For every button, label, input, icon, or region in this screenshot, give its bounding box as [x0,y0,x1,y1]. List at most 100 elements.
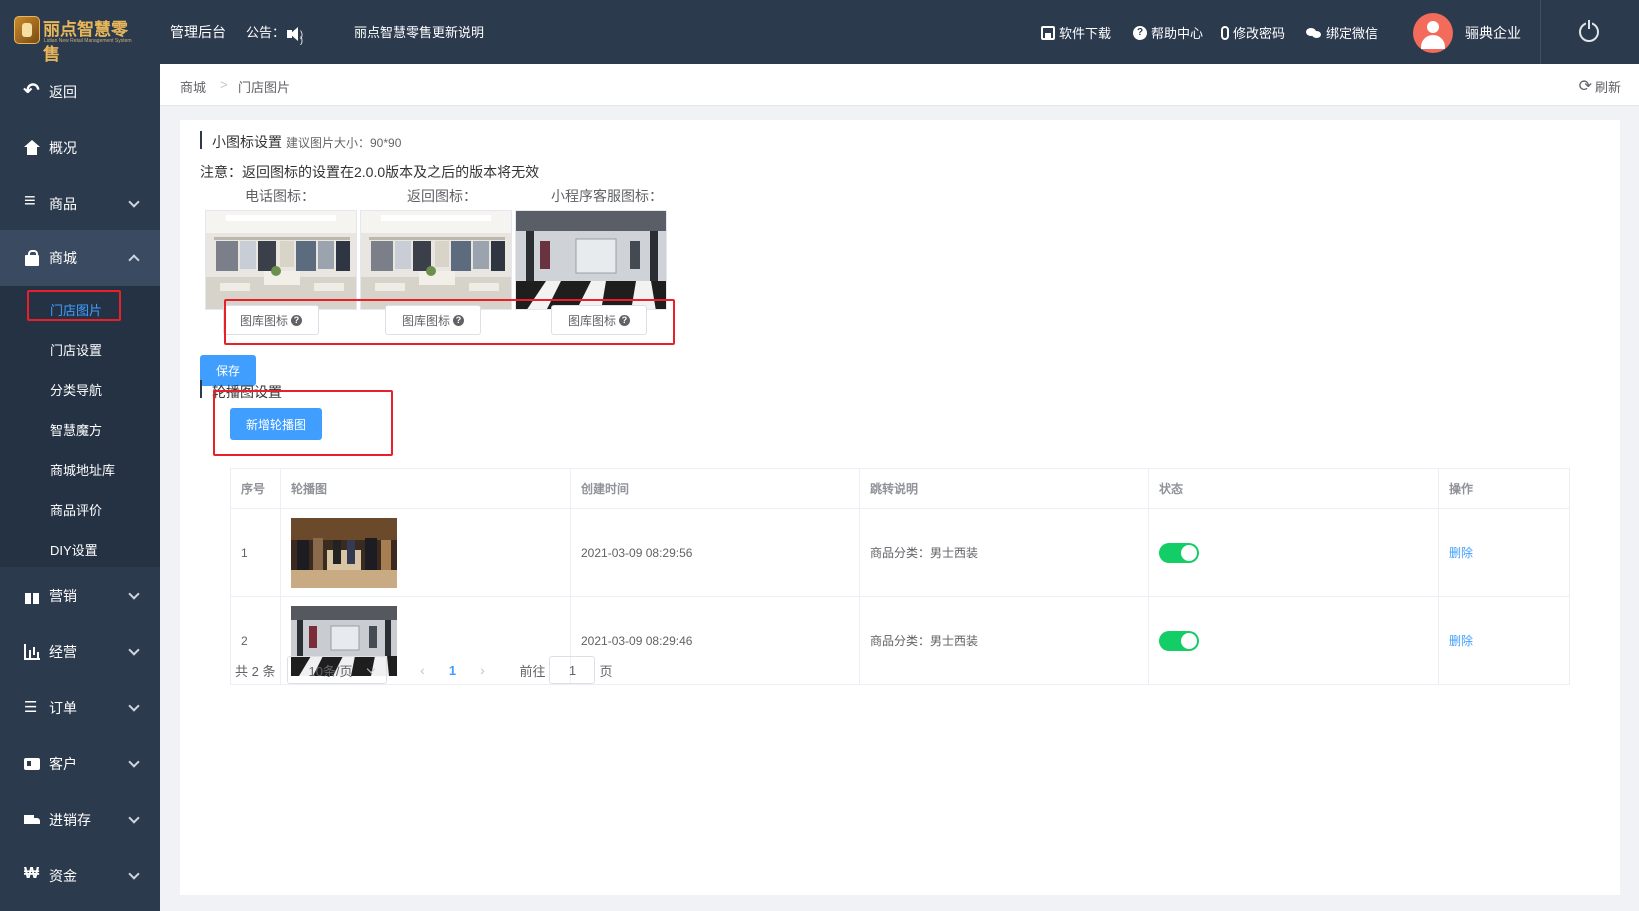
breadcrumb-item-current: 门店图片 [238,80,291,95]
software-download-button[interactable]: 软件下载 [1041,23,1111,42]
mall-submenu: 门店图片 门店设置 分类导航 智慧魔方 商城地址库 商品评价 DIY设置 [0,286,160,567]
notice-announcement[interactable]: 公告：)) [246,22,305,44]
jump-description: 商品分类：男士西装 [860,509,1149,596]
help-icon: ? [1133,25,1147,40]
phone-icon-image[interactable] [205,210,357,310]
page-size-select[interactable]: 10条/页 [287,656,388,684]
sidebar-item-operations[interactable]: 经营 [0,624,160,680]
submenu-item-product-reviews[interactable]: 商品评价 [50,500,102,519]
submenu-item-smart-cube[interactable]: 智慧魔方 [50,420,102,439]
submenu-item-category-nav[interactable]: 分类导航 [50,380,102,399]
next-page-icon[interactable]: › [467,662,497,678]
sidebar-item-overview[interactable]: 概况 [0,120,160,176]
sidebar-item-customers[interactable]: 客户 [0,736,160,792]
user-name[interactable]: 骊典企业 [1465,23,1521,43]
home-icon [24,140,40,156]
column-header: 轮播图 [281,469,571,508]
section-marker [200,380,202,398]
avatar[interactable] [1413,13,1453,53]
pick-label: 图库图标 [567,313,616,328]
logo-icon [14,16,40,44]
status-cell [1149,509,1439,596]
add-carousel-button[interactable]: 新增轮播图 [230,408,322,440]
question-icon: ? [453,314,464,326]
refresh-label: 刷新 [1594,79,1621,95]
truck-icon [24,812,40,828]
update-note-link[interactable]: 丽点智慧零售更新说明 [354,22,484,41]
sidebar-item-mall[interactable]: 商城 [0,230,160,286]
pick-label: 图库图标 [401,313,450,328]
sidebar-item-funds[interactable]: 资金 [0,848,160,904]
sidebar-item-label: 商品 [49,196,77,212]
service-icon-pick-button[interactable]: 图库图标? [551,305,647,335]
submenu-item-store-settings[interactable]: 门店设置 [50,340,102,359]
speaker-icon: )) [287,26,305,44]
goto-page-value: 1 [568,662,577,678]
bar-chart-icon [24,644,40,660]
status-toggle[interactable] [1159,542,1199,563]
page-number[interactable]: 1 [437,663,467,678]
breadcrumb-item-mall[interactable]: 商城 [180,77,206,96]
action-cell: 删除 [1439,597,1569,684]
version-notice: 注意：返回图标的设置在2.0.0版本及之后的版本将无效 [200,164,540,180]
power-icon[interactable] [1579,19,1599,42]
column-header: 操作 [1449,482,1474,496]
back-arrow-icon [23,78,40,103]
submenu-item-diy-settings[interactable]: DIY设置 [50,540,98,559]
breadcrumb-separator: > [220,77,228,92]
back-icon-pick-button[interactable]: 图库图标? [385,305,481,335]
refresh-button[interactable]: ⟳ 刷新 [1579,76,1621,96]
action-cell: 删除 [1439,509,1569,596]
sidebar-item-orders[interactable]: 订单 [0,680,160,736]
top-bar: 丽点智慧零售 Lidian New Retail Management Syst… [0,0,1639,64]
sidebar-item-label: 进销存 [49,812,91,828]
table-header: 序号 轮播图 创建时间 跳转说明 状态 操作 [231,469,1569,509]
change-password-button[interactable]: 修改密码 [1221,23,1285,42]
created-time: 2021-03-09 08:29:56 [571,509,860,596]
refresh-icon: ⟳ [1578,78,1592,95]
jump-description: 商品分类：男士西装 [860,597,1149,684]
help-center-button[interactable]: ? 帮助中心 [1133,23,1203,42]
carousel-settings-title: 轮播图设置 [212,384,282,400]
phone-icon-pick-button[interactable]: 图库图标? [223,305,319,335]
page-suffix: 页 [599,663,613,679]
help-center-label: 帮助中心 [1151,26,1204,41]
admin-link[interactable]: 管理后台 [170,22,226,42]
breadcrumb: 商城 > 门店图片 ⟳ 刷新 [160,64,1639,106]
submenu-item-address-book[interactable]: 商城地址库 [50,460,115,479]
sidebar-item-label: 资金 [49,868,77,884]
gift-icon [24,588,40,604]
id-card-icon [24,756,40,772]
sidebar-item-inventory[interactable]: 进销存 [0,792,160,848]
chevron-down-icon [128,756,140,768]
main-panel: 小图标设置 建议图片大小：90*90 注意：返回图标的设置在2.0.0版本及之后的… [180,120,1620,895]
logo[interactable]: 丽点智慧零售 Lidian New Retail Management Syst… [14,14,138,64]
notice-label: 公告： [246,25,286,40]
status-toggle[interactable] [1159,630,1199,651]
sidebar-item-products[interactable]: 商品 [0,176,160,232]
logo-subtitle: Lidian New Retail Management System [44,38,132,44]
list-icon [24,190,40,213]
back-icon-image[interactable] [360,210,512,310]
created-time: 2021-03-09 08:29:46 [571,597,860,684]
sidebar-item-back[interactable]: 返回 [0,64,160,120]
sidebar-item-marketing[interactable]: 营销 [0,568,160,624]
delete-link[interactable]: 删除 [1449,544,1473,561]
delete-link[interactable]: 删除 [1449,632,1473,649]
chevron-down-icon [128,196,140,208]
chevron-down-icon [128,700,140,712]
prev-page-icon[interactable]: ‹ [407,662,437,678]
bind-wechat-button[interactable]: 绑定微信 [1306,23,1378,42]
sidebar-item-label: 返回 [49,84,77,100]
service-icon-image[interactable] [515,210,667,310]
goto-page-input[interactable]: 1 [549,656,596,684]
sidebar-item-label: 商城 [49,250,77,266]
carousel-image[interactable] [291,517,397,588]
page-size-value: 10条/页 [308,663,353,679]
icon-settings-title: 小图标设置 建议图片大小：90*90 [212,132,401,152]
goto-label: 前往 [519,663,546,679]
submenu-item-store-images[interactable]: 门店图片 [50,300,102,319]
column-header: 创建时间 [571,469,860,508]
chevron-down-icon [128,868,140,880]
store-icon [1041,25,1055,40]
